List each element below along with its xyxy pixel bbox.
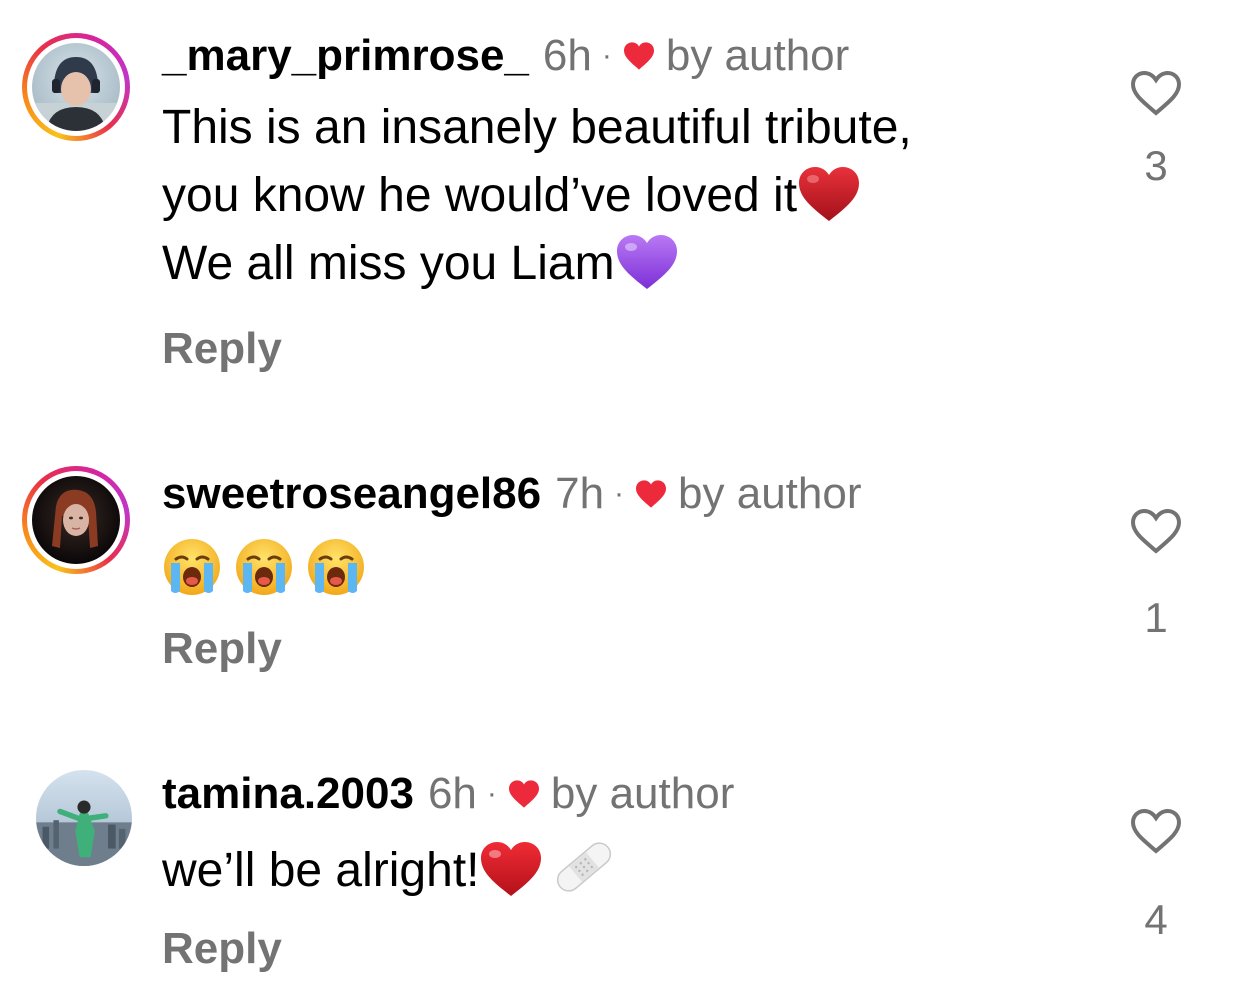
like-count: 3: [1144, 142, 1168, 189]
liked-by-author-heart-icon: [636, 480, 667, 508]
emoji-row: [162, 536, 366, 604]
username[interactable]: tamina.2003: [162, 768, 414, 820]
liked-by-author-heart-icon: [508, 780, 539, 808]
avatar: [32, 43, 120, 131]
avatar-wrapper[interactable]: [36, 770, 132, 866]
separator-dot: ·: [601, 39, 612, 72]
timestamp: 6h: [542, 31, 592, 80]
like-count: 1: [1144, 594, 1168, 641]
loudly-crying-face-emoji-icon: [236, 539, 292, 595]
by-author-label: by author: [678, 469, 862, 518]
username[interactable]: sweetroseangel86: [162, 468, 541, 520]
separator-dot: ·: [486, 777, 497, 810]
heart-outline-icon[interactable]: [1130, 70, 1182, 116]
by-author-label: by author: [550, 769, 735, 818]
adhesive-bandage-emoji-icon: [557, 842, 612, 892]
red-heart-emoji-icon: [481, 842, 542, 896]
avatar: [36, 770, 132, 866]
username[interactable]: _mary_primrose_: [162, 30, 529, 82]
liked-by-author-heart-icon: [623, 42, 654, 70]
comment-meta: sweetroseangel86 7h · by author: [162, 468, 862, 520]
loudly-crying-face-emoji-icon: [308, 539, 364, 595]
reply-button[interactable]: Reply: [162, 624, 282, 674]
comment-line-text: This is an insanely beautiful tribute,: [162, 101, 912, 154]
like-count: 4: [1144, 896, 1168, 943]
like-column: 1: [1116, 508, 1196, 642]
like-column: 3: [1116, 70, 1196, 190]
reply-button[interactable]: Reply: [162, 924, 282, 974]
like-column: 4: [1116, 808, 1196, 944]
comment-line: This is an insanely beautiful tribute,: [162, 94, 912, 162]
comment-line: we’ll be alright!: [162, 836, 617, 905]
comment-text: This is an insanely beautiful tribute, y…: [162, 94, 912, 298]
avatar: [32, 476, 120, 564]
comment-text: we’ll be alright!: [162, 836, 617, 905]
comment-line-text: you know he would’ve loved it: [162, 169, 798, 222]
reply-button[interactable]: Reply: [162, 324, 282, 374]
by-author-label: by author: [665, 31, 850, 80]
avatar-story-ring[interactable]: [22, 466, 130, 574]
comment-line-text: we’ll be alright!: [162, 844, 480, 897]
comment-line: We all miss you Liam: [162, 230, 912, 298]
comment-meta: _mary_primrose_ 6h · by author: [162, 30, 849, 82]
heart-outline-icon[interactable]: [1130, 808, 1182, 854]
red-heart-emoji-icon: [799, 167, 860, 221]
comment-text: [162, 536, 366, 604]
loudly-crying-face-emoji-icon: [164, 539, 220, 595]
comment-line-text: We all miss you Liam: [162, 237, 615, 290]
purple-heart-emoji-icon: [616, 235, 677, 289]
comment-meta: tamina.2003 6h · by author: [162, 768, 734, 820]
heart-outline-icon[interactable]: [1130, 508, 1182, 554]
timestamp: 7h: [555, 469, 605, 518]
timestamp: 6h: [427, 769, 477, 818]
comment-line: you know he would’ve loved it: [162, 162, 912, 230]
separator-dot: ·: [614, 477, 625, 510]
avatar-story-ring[interactable]: [22, 33, 130, 141]
